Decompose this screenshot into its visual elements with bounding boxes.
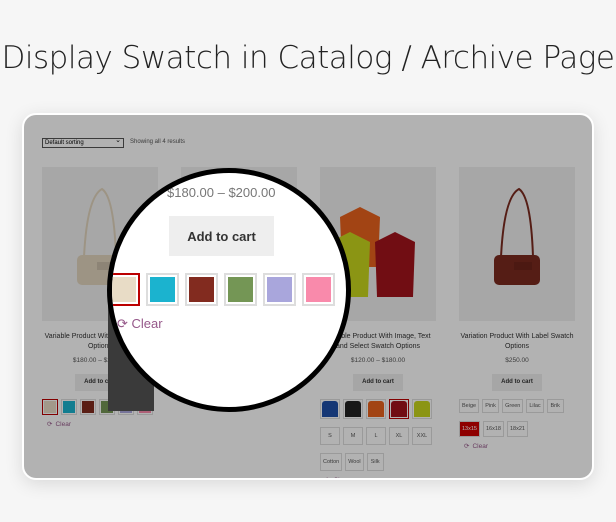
refresh-icon: ⟳ bbox=[117, 316, 132, 331]
magnified-color-swatch[interactable] bbox=[302, 273, 335, 306]
result-count: Showing all 4 results bbox=[130, 139, 186, 145]
product-name[interactable]: Variation Product With Label Swatch Opti… bbox=[459, 332, 575, 352]
product-card: Variation Product With Label Swatch Opti… bbox=[459, 167, 575, 450]
magnified-color-swatch[interactable] bbox=[185, 273, 218, 306]
magnified-color-swatch[interactable] bbox=[146, 273, 179, 306]
refresh-icon: ⟳ bbox=[47, 421, 53, 428]
size-swatch[interactable]: S bbox=[320, 427, 340, 445]
size-swatch[interactable]: M bbox=[343, 427, 363, 445]
material-swatch[interactable]: Wool bbox=[345, 453, 364, 471]
label-swatch[interactable]: Lilac bbox=[526, 399, 544, 413]
image-swatch[interactable] bbox=[320, 399, 340, 419]
size-swatches: S M L XL XXL bbox=[320, 427, 436, 445]
magnified-color-swatch[interactable] bbox=[263, 273, 296, 306]
add-to-cart-button[interactable]: Add to cart bbox=[492, 374, 542, 391]
refresh-icon: ⟳ bbox=[325, 477, 330, 478]
image-swatch[interactable] bbox=[412, 399, 432, 419]
product-price: $250.00 bbox=[505, 357, 529, 364]
refresh-icon: ⟳ bbox=[464, 443, 470, 450]
clear-link[interactable]: ⟳Clear bbox=[459, 442, 575, 450]
magnified-clear-link[interactable]: ⟳ Clear bbox=[117, 316, 163, 332]
magnified-swatches bbox=[112, 273, 335, 306]
add-to-cart-button[interactable]: Add to cart bbox=[353, 374, 403, 391]
label-swatches: Beige Pink Green Lilac Brik bbox=[459, 399, 575, 413]
image-swatch[interactable] bbox=[389, 399, 409, 419]
sort-select[interactable]: Default sorting bbox=[42, 137, 124, 148]
image-swatches bbox=[320, 399, 436, 419]
color-swatch[interactable] bbox=[80, 399, 96, 415]
image-swatch[interactable] bbox=[343, 399, 363, 419]
material-swatch[interactable]: Cotton bbox=[320, 453, 343, 471]
image-swatch[interactable] bbox=[366, 399, 386, 419]
magnified-price: $180.00 – $200.00 bbox=[167, 185, 276, 200]
product-price: $120.00 – $180.00 bbox=[350, 357, 406, 364]
dimension-swatches: 13x15 16x18 18x21 bbox=[459, 421, 575, 437]
size-swatch[interactable]: XXL bbox=[412, 427, 432, 445]
color-swatch[interactable] bbox=[61, 399, 77, 415]
size-swatch[interactable]: XL bbox=[389, 427, 409, 445]
size-swatch[interactable]: L bbox=[366, 427, 386, 445]
label-swatch[interactable]: Beige bbox=[459, 399, 480, 413]
material-swatch[interactable]: Silk bbox=[366, 453, 384, 471]
clear-link[interactable]: ⟳Clear bbox=[42, 420, 158, 428]
label-swatch[interactable]: Brik bbox=[546, 399, 564, 413]
magnified-color-swatch[interactable] bbox=[112, 273, 140, 306]
page-title: Display Swatch in Catalog / Archive Page bbox=[1, 40, 615, 76]
clear-link[interactable]: ⟳Clear bbox=[320, 476, 436, 478]
dimension-swatch[interactable]: 13x15 bbox=[459, 421, 480, 437]
magnified-add-to-cart-button[interactable]: Add to cart bbox=[169, 216, 274, 256]
label-swatch[interactable]: Pink bbox=[482, 399, 500, 413]
material-swatches: Cotton Wool Silk bbox=[320, 453, 436, 471]
shop-preview: Default sorting Showing all 4 results Va… bbox=[22, 113, 594, 480]
color-swatch[interactable] bbox=[42, 399, 58, 415]
dimension-swatch[interactable]: 16x18 bbox=[483, 421, 504, 437]
label-swatch[interactable]: Green bbox=[502, 399, 524, 413]
product-image[interactable] bbox=[459, 167, 575, 321]
dimension-swatch[interactable]: 18x21 bbox=[507, 421, 528, 437]
magnifier: $180.00 – $200.00 Add to cart ⟳ Clear bbox=[107, 168, 351, 412]
magnified-color-swatch[interactable] bbox=[224, 273, 257, 306]
